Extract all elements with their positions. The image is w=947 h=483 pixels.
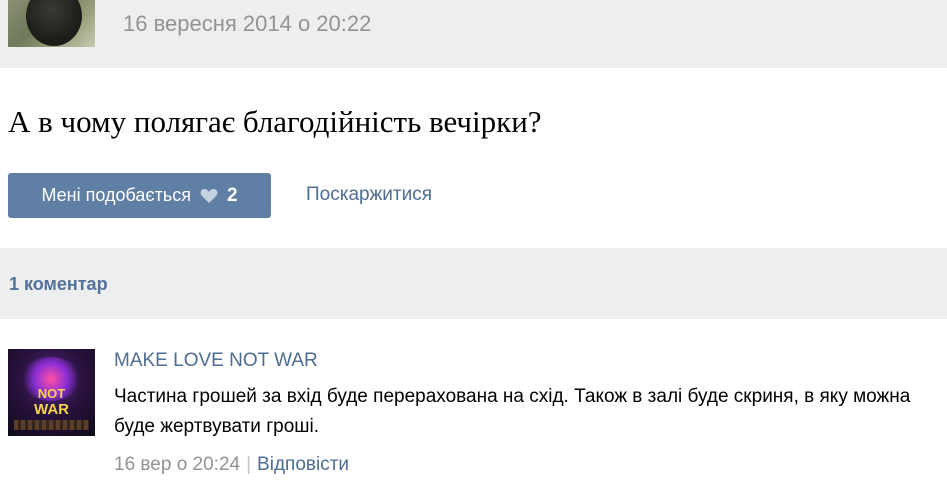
comment-date[interactable]: 16 вер о 20:24	[114, 454, 240, 475]
comment-author-avatar[interactable]: NOT WAR	[8, 349, 95, 436]
avatar-photo	[26, 0, 82, 46]
comment-author-link[interactable]: MAKE LOVE NOT WAR	[114, 350, 318, 372]
post-text: А в чому полягає благодійність вечірки?	[8, 104, 542, 139]
avatar-caption-strip	[14, 420, 89, 430]
heart-icon	[200, 188, 218, 204]
comments-header	[0, 248, 947, 319]
comments-count[interactable]: 1 коментар	[9, 274, 108, 295]
avatar-lettering-not: NOT	[37, 386, 66, 401]
post-author-avatar[interactable]	[8, 0, 95, 47]
post-date[interactable]: 16 вересня 2014 о 20:22	[123, 11, 371, 37]
like-button[interactable]: Мені подобається 2	[8, 173, 271, 218]
comment-meta: 16 вер о 20:24 | Відповісти	[114, 454, 349, 476]
report-link[interactable]: Поскаржитися	[306, 184, 432, 206]
like-count: 2	[226, 184, 238, 206]
reply-link[interactable]: Відповісти	[257, 454, 349, 475]
comment-meta-separator: |	[246, 454, 252, 475]
avatar-lettering-war: WAR	[34, 401, 69, 418]
comment-text: Частина грошей за вхід буде перерахована…	[114, 386, 911, 437]
like-button-label: Мені подобається	[41, 185, 191, 205]
